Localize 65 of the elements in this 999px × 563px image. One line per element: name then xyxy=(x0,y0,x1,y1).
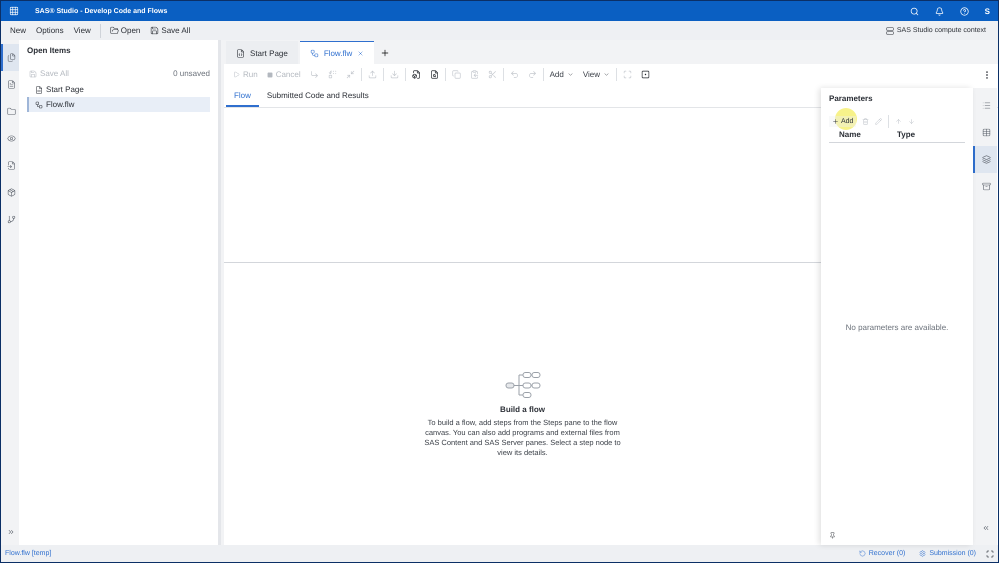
chevrons-left-icon xyxy=(982,524,990,532)
file-code-icon xyxy=(236,48,245,58)
help-icon[interactable] xyxy=(960,6,969,16)
save-icon xyxy=(29,70,37,78)
column-header: Type xyxy=(897,130,916,139)
toolbar-button[interactable]: Save All xyxy=(147,24,194,37)
edit-icon xyxy=(875,118,882,125)
dropdown-button[interactable]: Add xyxy=(546,66,577,83)
plus-icon xyxy=(380,48,390,58)
table-icon xyxy=(982,128,990,137)
chevrons-right-icon xyxy=(7,528,15,536)
toolbar-button[interactable]: Open xyxy=(106,24,144,37)
folder-icon xyxy=(110,26,119,35)
flow-diagram-icon xyxy=(504,370,540,398)
caret-icon xyxy=(603,71,610,78)
open-item[interactable]: Flow.flw xyxy=(27,97,210,112)
flow-icon xyxy=(35,100,43,108)
plus-icon xyxy=(832,118,839,125)
flow-icon xyxy=(310,48,319,58)
document-tab[interactable]: Flow.flw xyxy=(300,41,374,64)
user-button[interactable]: S xyxy=(984,6,990,16)
click-highlight xyxy=(835,108,857,130)
delete-icon xyxy=(862,118,870,125)
arrow-up-icon xyxy=(895,118,902,125)
arrow-down-icon xyxy=(908,118,916,125)
menu-item[interactable]: View xyxy=(70,24,94,37)
menu-item[interactable]: Options xyxy=(33,24,67,37)
play-icon xyxy=(233,71,240,78)
branch-icon xyxy=(6,215,16,224)
close-icon[interactable] xyxy=(357,50,364,56)
empty-message: No parameters are available. xyxy=(846,323,948,332)
layers-icon xyxy=(982,155,990,164)
menu-item[interactable]: New xyxy=(7,24,30,37)
file-search-icon[interactable] xyxy=(430,70,439,79)
server-icon xyxy=(886,26,894,34)
folder-icon xyxy=(6,107,16,116)
document-icon xyxy=(6,80,16,89)
unsaved-count: 0 unsaved xyxy=(173,69,210,78)
package-icon xyxy=(6,188,16,197)
view-tab[interactable]: Flow xyxy=(226,85,259,107)
file-code-icon xyxy=(35,86,43,94)
expand-icon[interactable] xyxy=(986,550,994,558)
stop-icon xyxy=(266,72,273,78)
file-icon xyxy=(6,161,16,170)
dropdown-button[interactable]: View xyxy=(580,66,614,83)
pin-icon xyxy=(829,532,836,539)
files-icon xyxy=(6,53,16,62)
bell-icon[interactable] xyxy=(934,6,944,16)
gear-icon xyxy=(919,550,926,557)
view-tab[interactable]: Submitted Code and Results xyxy=(258,85,377,107)
app-menu-icon[interactable] xyxy=(9,6,19,16)
open-item[interactable]: Start Page xyxy=(27,82,210,97)
panel-title: Parameters xyxy=(829,94,874,103)
panel-title: Open Items xyxy=(27,46,72,55)
empty-state-title: Build a flow xyxy=(500,404,545,414)
archive-icon xyxy=(982,182,990,191)
caret-icon xyxy=(566,71,574,78)
document-tab[interactable]: Start Page xyxy=(226,41,298,64)
column-header: Name xyxy=(839,130,862,139)
save-icon xyxy=(150,26,160,35)
list-icon xyxy=(982,101,990,110)
search-icon[interactable] xyxy=(910,6,919,16)
eye-icon xyxy=(6,134,16,143)
restore-icon xyxy=(858,550,866,557)
pane-layers-button[interactable] xyxy=(973,146,997,173)
